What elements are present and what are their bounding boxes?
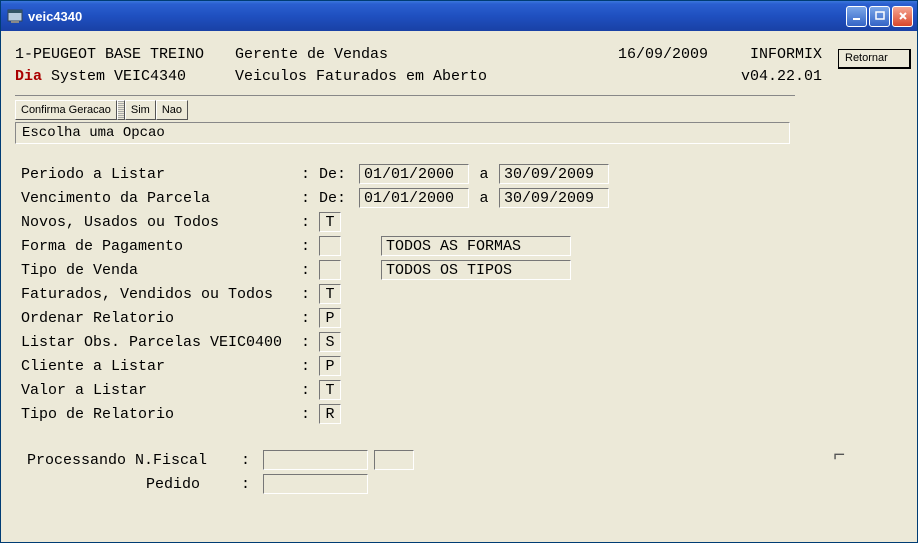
label-processando: Processando N.Fiscal: [21, 452, 241, 469]
ordenar-input[interactable]: P: [319, 308, 341, 328]
row-tipo-venda: Tipo de Venda : TODOS OS TIPOS: [21, 258, 822, 282]
row-novos: Novos, Usados ou Todos : T: [21, 210, 822, 234]
dia-prefix: Dia: [15, 68, 42, 85]
retornar-button[interactable]: Retornar: [838, 49, 911, 69]
company-name: 1-PEUGEOT BASE TREINO: [15, 45, 235, 65]
sidebar: Retornar ⌐: [832, 31, 917, 542]
label-vencimento: Vencimento da Parcela: [21, 190, 301, 207]
minimize-button[interactable]: [846, 6, 867, 27]
forma-desc-field: TODOS AS FORMAS: [381, 236, 571, 256]
nfiscal-input-1[interactable]: [263, 450, 368, 470]
confirma-geracao-button[interactable]: Confirma Geracao: [15, 100, 117, 120]
label-listar-obs: Listar Obs. Parcelas VEIC0400: [21, 334, 301, 351]
screen-title: Veiculos Faturados em Aberto: [235, 67, 602, 87]
tipo-venda-desc-field: TODOS OS TIPOS: [381, 260, 571, 280]
header-line-2: Dia System VEIC4340 Veiculos Faturados e…: [15, 67, 822, 87]
row-tipo-relatorio: Tipo de Relatorio : R: [21, 402, 822, 426]
form: Periodo a Listar : De: 01/01/2000 a 30/0…: [15, 162, 822, 496]
novos-input[interactable]: T: [319, 212, 341, 232]
label-pedido: Pedido: [21, 476, 241, 493]
periodo-to-input[interactable]: 30/09/2009: [499, 164, 609, 184]
row-processando: Processando N.Fiscal :: [21, 448, 822, 472]
de-label: De:: [319, 166, 359, 183]
date: 16/09/2009: [602, 45, 722, 65]
divider: [15, 95, 795, 96]
row-periodo: Periodo a Listar : De: 01/01/2000 a 30/0…: [21, 162, 822, 186]
nfiscal-input-2[interactable]: [374, 450, 414, 470]
row-ordenar: Ordenar Relatorio : P: [21, 306, 822, 330]
label-periodo: Periodo a Listar: [21, 166, 301, 183]
label-forma: Forma de Pagamento: [21, 238, 301, 255]
label-ordenar: Ordenar Relatorio: [21, 310, 301, 327]
label-tipo-relatorio: Tipo de Relatorio: [21, 406, 301, 423]
resize-grip-icon[interactable]: ⌐: [833, 444, 845, 467]
faturados-input[interactable]: T: [319, 284, 341, 304]
listar-obs-input[interactable]: S: [319, 332, 341, 352]
maximize-button[interactable]: [869, 6, 890, 27]
row-faturados: Faturados, Vendidos ou Todos : T: [21, 282, 822, 306]
app-window: veic4340 1-PEUGEOT BASE TREINO Gerente d…: [0, 0, 918, 543]
periodo-from-input[interactable]: 01/01/2000: [359, 164, 469, 184]
client-area: 1-PEUGEOT BASE TREINO Gerente de Vendas …: [1, 31, 917, 542]
row-pedido: Pedido :: [21, 472, 822, 496]
window-controls: [846, 6, 913, 27]
vencimento-to-input[interactable]: 30/09/2009: [499, 188, 609, 208]
sim-button[interactable]: Sim: [125, 100, 156, 120]
label-tipo-venda: Tipo de Venda: [21, 262, 301, 279]
app-icon: [7, 8, 23, 24]
toolbar-separator-icon: [117, 100, 125, 120]
label-valor: Valor a Listar: [21, 382, 301, 399]
vencimento-from-input[interactable]: 01/01/2000: [359, 188, 469, 208]
status-bar: Escolha uma Opcao: [15, 122, 790, 144]
valor-input[interactable]: T: [319, 380, 341, 400]
close-button[interactable]: [892, 6, 913, 27]
status-text: Escolha uma Opcao: [22, 125, 165, 141]
nao-button[interactable]: Nao: [156, 100, 188, 120]
version: v04.22.01: [722, 67, 822, 87]
row-valor: Valor a Listar : T: [21, 378, 822, 402]
toolbar: Confirma Geracao Sim Nao: [15, 100, 822, 120]
forma-code-input[interactable]: [319, 236, 341, 256]
label-novos: Novos, Usados ou Todos: [21, 214, 301, 231]
label-faturados: Faturados, Vendidos ou Todos: [21, 286, 301, 303]
row-listar-obs: Listar Obs. Parcelas VEIC0400 : S: [21, 330, 822, 354]
tipo-venda-code-input[interactable]: [319, 260, 341, 280]
system-label: Dia System VEIC4340: [15, 67, 235, 87]
main-panel: 1-PEUGEOT BASE TREINO Gerente de Vendas …: [1, 31, 832, 542]
user-role: Gerente de Vendas: [235, 45, 602, 65]
tipo-relatorio-input[interactable]: R: [319, 404, 341, 424]
row-vencimento: Vencimento da Parcela : De: 01/01/2000 a…: [21, 186, 822, 210]
label-cliente: Cliente a Listar: [21, 358, 301, 375]
pedido-input[interactable]: [263, 474, 368, 494]
cliente-input[interactable]: P: [319, 356, 341, 376]
row-cliente: Cliente a Listar : P: [21, 354, 822, 378]
db-name: INFORMIX: [722, 45, 822, 65]
row-forma: Forma de Pagamento : TODOS AS FORMAS: [21, 234, 822, 258]
titlebar: veic4340: [1, 1, 917, 31]
window-title: veic4340: [28, 9, 846, 24]
header-line-1: 1-PEUGEOT BASE TREINO Gerente de Vendas …: [15, 45, 822, 65]
